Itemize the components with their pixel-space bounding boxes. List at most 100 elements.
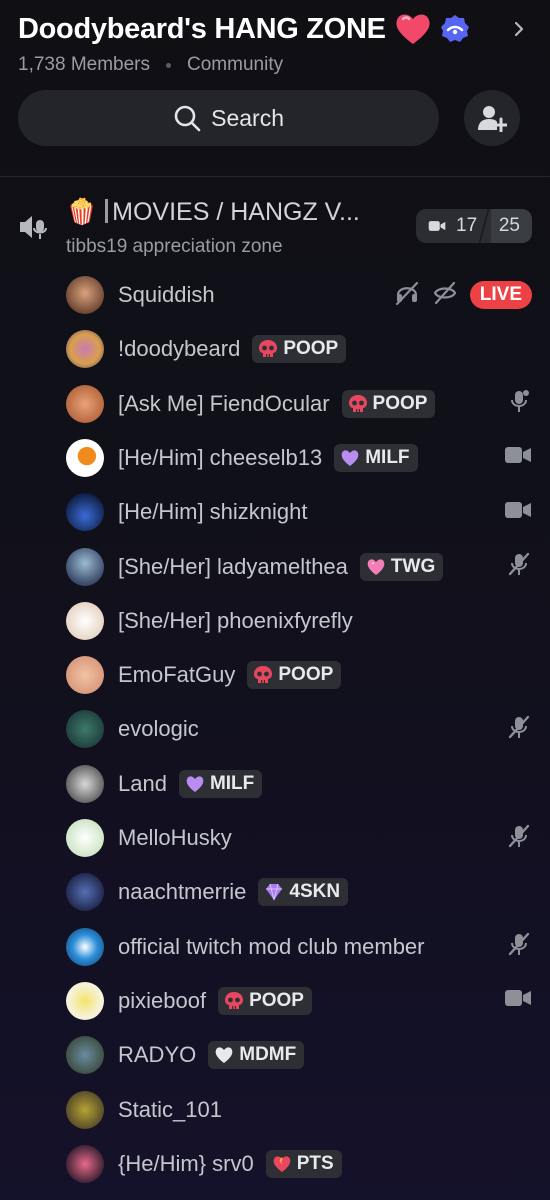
role-badge-label: POOP [283, 338, 339, 360]
invite-members-button[interactable] [464, 90, 520, 146]
member-status-icons: LIVE [382, 280, 532, 311]
fire-heart-icon [272, 1154, 292, 1174]
member-row[interactable]: [She/Her] ladyamelthea TWG [66, 545, 532, 589]
role-badge: PTS [265, 1149, 342, 1178]
member-row[interactable]: MelloHusky [66, 816, 532, 860]
member-row[interactable]: [Ask Me] FiendOcular POOP [66, 382, 532, 426]
member-name: EmoFatGuy [118, 662, 236, 688]
member-row[interactable]: evologic [66, 707, 532, 751]
live-badge[interactable]: LIVE [469, 281, 532, 309]
member-name: official twitch mod club member [118, 933, 425, 959]
member-name: [She/Her] phoenixfyrefly [118, 607, 353, 633]
role-badge: MILF [334, 443, 418, 472]
role-badge: TWG [359, 552, 444, 581]
member-name: naachtmerrie [118, 879, 247, 905]
role-badge-label: MILF [209, 772, 255, 794]
member-name: {He/Him} srv0 [118, 1150, 254, 1176]
member-status-icons [494, 931, 532, 962]
channel-subtitle: tibbs19 appreciation zone [66, 236, 283, 257]
server-title-row[interactable]: Doodybeard's HANG ZONE [18, 6, 532, 52]
member-status-icons [494, 551, 532, 582]
role-badge-label: TWG [390, 555, 436, 577]
member-row[interactable]: EmoFatGuy POOP [66, 653, 532, 697]
server-meta: 1,738 Members Community [18, 54, 532, 76]
pink-heart-icon [366, 557, 386, 577]
channel-title: MOVIES / HANGZ V... [112, 198, 360, 226]
avatar [66, 927, 104, 966]
avatar [66, 601, 104, 640]
avatar [66, 710, 104, 749]
avatar [66, 276, 104, 314]
search-label: Search [211, 104, 284, 131]
member-row[interactable]: RADYO MDMF [66, 1033, 532, 1077]
avatar [66, 873, 104, 912]
channel-user-counter: 17 25 [416, 209, 532, 243]
search-icon [174, 105, 201, 132]
video-icon [504, 500, 532, 525]
role-badge-label: POOP [278, 664, 334, 686]
role-badge-label: 4SKN [289, 881, 341, 903]
member-row[interactable]: Static_101 [66, 1088, 532, 1132]
member-row[interactable]: Squiddish LIVE [66, 273, 532, 317]
skull-icon [224, 991, 244, 1011]
voice-channel-icon [20, 216, 47, 239]
role-badge: MDMF [208, 1041, 305, 1070]
member-row[interactable]: [He/Him] shizknight [66, 490, 532, 534]
user-limit: 25 [490, 209, 532, 243]
avatar [66, 547, 104, 586]
add-member-icon [478, 106, 508, 132]
member-row[interactable]: {He/Him} srv0 PTS [66, 1142, 532, 1186]
member-status-icons [492, 988, 532, 1013]
avatar [66, 438, 104, 477]
role-badge: 4SKN [258, 878, 349, 907]
camera-off-icon [432, 280, 458, 311]
divider [0, 176, 550, 177]
popcorn-emoji: 🍿 [66, 198, 98, 226]
role-badge: POOP [341, 389, 436, 418]
member-row[interactable]: Land MILF [66, 762, 532, 806]
member-row[interactable]: !doodybeard POOP [66, 327, 532, 371]
skull-icon [258, 339, 278, 359]
mic-muted-icon [506, 931, 532, 962]
role-badge-label: MDMF [239, 1044, 297, 1066]
avatar [66, 1036, 104, 1075]
member-name: MelloHusky [118, 825, 232, 850]
avatar [66, 384, 104, 423]
member-row[interactable]: [She/Her] phoenixfyrefly [66, 599, 532, 643]
member-row[interactable]: [He/Him] cheeselb13 MILF [66, 436, 532, 480]
member-row[interactable]: pixieboof POOP [66, 979, 532, 1023]
member-name: Land [118, 770, 167, 796]
skull-icon [253, 665, 273, 685]
member-row[interactable]: official twitch mod club member [66, 925, 532, 969]
search-button[interactable]: Search [18, 90, 440, 146]
verified-partner-icon [440, 15, 469, 42]
role-badge-label: POOP [249, 989, 304, 1011]
member-status-icons [494, 823, 532, 854]
member-name: [He/Him] cheeselb13 [118, 444, 323, 470]
role-badge-label: POOP [372, 392, 428, 414]
mic-muted-icon [506, 551, 532, 582]
role-badge: POOP [247, 661, 342, 690]
channel-bar [105, 199, 109, 223]
gem-icon [264, 882, 284, 902]
avatar [66, 1144, 104, 1183]
member-name: evologic [118, 716, 199, 742]
video-icon [428, 221, 446, 231]
voice-channel[interactable]: 🍿 MOVIES / HANGZ V... tibbs19 appreciatio… [18, 196, 532, 266]
role-badge-label: MILF [365, 446, 410, 468]
avatar [66, 819, 104, 857]
member-name: !doodybeard [118, 336, 241, 362]
member-name: [Ask Me] FiendOcular [118, 390, 330, 416]
video-icon [504, 988, 532, 1013]
video-icon [504, 445, 532, 470]
server-type: Community [187, 54, 284, 75]
mic-muted-icon [506, 714, 532, 745]
separator-dot [166, 62, 172, 68]
member-name: pixieboof [118, 987, 207, 1013]
member-count: 1,738 Members [18, 54, 151, 75]
member-name: Static_101 [118, 1096, 222, 1122]
chevron-right-icon[interactable] [512, 20, 526, 38]
avatar [66, 1090, 104, 1129]
purple-heart-icon [340, 448, 360, 468]
member-row[interactable]: naachtmerrie 4SKN [66, 870, 532, 914]
